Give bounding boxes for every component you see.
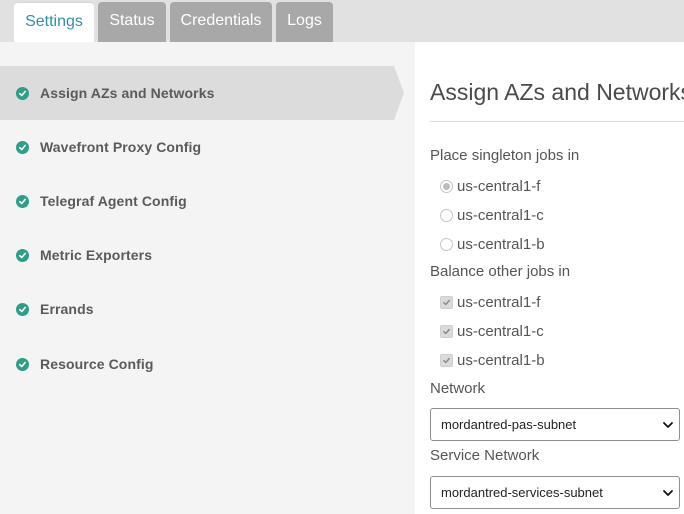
radio-label: us-central1-c	[457, 206, 544, 224]
service-network-label: Service Network	[430, 447, 540, 464]
chevron-down-icon	[663, 422, 673, 428]
sidebar-item-label: Telegraf Agent Config	[40, 193, 187, 209]
checkbox-label: us-central1-b	[457, 351, 545, 369]
singleton-radio-us-central1-f[interactable]: us-central1-f	[440, 176, 540, 196]
radio-button[interactable]	[440, 179, 453, 193]
sidebar: Assign AZs and Networks Wavefront Proxy …	[0, 42, 415, 514]
check-circle-icon	[16, 194, 29, 208]
checkmark-icon	[443, 357, 450, 363]
chevron-down-icon	[663, 490, 673, 496]
checkbox-label: us-central1-c	[457, 322, 544, 340]
sidebar-item-assign-azs-and-networks[interactable]: Assign AZs and Networks	[0, 66, 404, 120]
check-circle-icon	[16, 86, 29, 100]
sidebar-item-wavefront-proxy-config[interactable]: Wavefront Proxy Config	[0, 120, 415, 174]
balance-jobs-label: Balance other jobs in	[430, 263, 571, 280]
check-circle-icon	[16, 140, 29, 154]
checkbox-label: us-central1-f	[457, 293, 541, 311]
singleton-jobs-label: Place singleton jobs in	[430, 147, 580, 164]
singleton-radio-us-central1-c[interactable]: us-central1-c	[440, 205, 544, 225]
sidebar-item-metric-exporters[interactable]: Metric Exporters	[0, 228, 415, 282]
page-title: Assign AZs and Networks	[430, 79, 684, 105]
sidebar-item-label: Wavefront Proxy Config	[40, 139, 202, 155]
sidebar-item-label: Errands	[40, 301, 94, 317]
balance-checkbox-us-central1-c[interactable]: us-central1-c	[440, 321, 544, 341]
sidebar-item-label: Assign AZs and Networks	[40, 85, 215, 101]
sidebar-item-errands[interactable]: Errands	[0, 282, 415, 336]
main-panel: Assign AZs and Networks Place singleton …	[430, 42, 684, 514]
balance-checkbox-us-central1-f[interactable]: us-central1-f	[440, 292, 540, 312]
sidebar-item-label: Resource Config	[40, 356, 154, 372]
network-select[interactable]: mordantred-pas-subnet	[430, 408, 680, 441]
checkbox[interactable]	[440, 295, 453, 309]
sidebar-item-telegraf-agent-config[interactable]: Telegraf Agent Config	[0, 174, 415, 228]
radio-label: us-central1-f	[457, 177, 541, 195]
check-circle-icon	[16, 248, 29, 262]
tab-credentials[interactable]: Credentials	[170, 2, 272, 42]
service-network-select[interactable]: mordantred-services-subnet	[430, 476, 680, 509]
balance-checkbox-us-central1-b[interactable]: us-central1-b	[440, 350, 545, 370]
checkbox[interactable]	[440, 353, 453, 367]
checkbox[interactable]	[440, 324, 453, 338]
network-label: Network	[430, 380, 486, 397]
radio-button[interactable]	[440, 208, 453, 222]
sidebar-item-resource-config[interactable]: Resource Config	[0, 337, 415, 391]
singleton-radio-us-central1-b[interactable]: us-central1-b	[440, 234, 545, 254]
network-select-value: mordantred-pas-subnet	[441, 417, 577, 432]
check-circle-icon	[16, 357, 29, 371]
checkmark-icon	[443, 299, 450, 305]
tab-logs[interactable]: Logs	[276, 2, 333, 42]
checkmark-icon	[443, 328, 450, 334]
sidebar-item-label: Metric Exporters	[40, 247, 153, 263]
tab-status[interactable]: Status	[98, 2, 166, 42]
title-divider	[430, 121, 684, 122]
radio-label: us-central1-b	[457, 235, 545, 253]
tab-bar: Settings Status Credentials Logs	[0, 0, 684, 42]
tab-settings[interactable]: Settings	[14, 2, 94, 42]
radio-button[interactable]	[440, 237, 453, 251]
service-network-select-value: mordantred-services-subnet	[441, 485, 603, 500]
check-circle-icon	[16, 302, 29, 316]
